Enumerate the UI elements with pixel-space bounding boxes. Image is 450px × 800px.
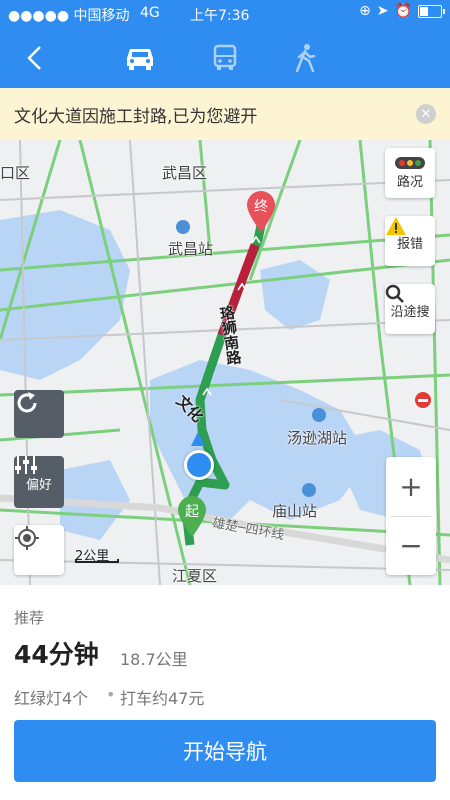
route-summary-panel: 推荐 44分钟 18.7公里 红绿灯4个 • 打车约47元 开始导航: [0, 585, 450, 800]
mode-walk-button[interactable]: [270, 28, 340, 88]
back-button[interactable]: [0, 28, 70, 88]
map-label-wuchang-district: 武昌区: [162, 164, 208, 182]
walk-icon: [295, 44, 316, 73]
zoom-in-button[interactable]: +: [386, 458, 436, 516]
along-search-button[interactable]: 沿途搜: [385, 284, 435, 334]
mode-bus-button[interactable]: [190, 28, 260, 88]
map-label-tangxun-station: 汤逊湖站: [287, 429, 348, 447]
subway-station-icon: [302, 483, 316, 497]
separator-dot: •: [106, 685, 116, 704]
report-button[interactable]: 报错: [385, 216, 435, 266]
zoom-control: + −: [386, 457, 436, 575]
start-marker-label: 起: [185, 504, 199, 520]
preference-label: 偏好: [25, 477, 52, 493]
status-icons: ⊕ ➤ ⏰: [359, 3, 445, 19]
traffic-label: 路况: [396, 174, 423, 190]
map-label-district: 口区: [0, 164, 31, 182]
route-duration: 44分钟: [14, 640, 99, 669]
car-icon: [127, 49, 153, 70]
subway-station-icon: [176, 220, 190, 234]
map-scale: 2公里: [75, 545, 119, 564]
status-bar: ●●●●● 中国移动 4G 上午7:36 ⊕ ➤ ⏰: [0, 0, 450, 28]
recommend-label: 推荐: [14, 609, 45, 627]
close-icon[interactable]: ✕: [416, 104, 436, 124]
lock-rotation-icon: ⊕: [359, 3, 371, 19]
mode-car-button[interactable]: [105, 28, 175, 88]
alarm-icon: ⏰: [394, 3, 412, 19]
notice-text: 文化大道因施工封路,已为您避开: [14, 106, 258, 127]
status-time: 上午7:36: [190, 8, 250, 24]
chevron-left-icon: [27, 46, 41, 70]
warning-icon: [386, 217, 406, 235]
preference-button[interactable]: 偏好: [14, 456, 64, 508]
route-distance: 18.7公里: [120, 650, 188, 669]
battery-icon: [418, 4, 445, 18]
traffic-lights-count: 红绿灯4个: [14, 689, 89, 708]
traffic-light-icon: [395, 156, 425, 169]
map-view[interactable]: 口区 武昌区 武昌站 汤逊湖站 庙山站 江夏区 珞狮南路 文化 雄楚─四环线 终…: [0, 140, 450, 585]
scale-bar: [75, 559, 119, 563]
current-location-icon: [184, 450, 214, 480]
map-label-wuchang-station: 武昌站: [168, 240, 214, 258]
heading-arrow-icon: [191, 432, 205, 446]
bus-icon: [213, 44, 237, 70]
carrier-label: ●●●●● 中国移动: [8, 8, 130, 24]
traffic-button[interactable]: 路况: [385, 148, 435, 198]
end-marker-label: 终: [254, 199, 268, 215]
location-arrow-icon: ➤: [376, 3, 389, 19]
map-label-jiangxia-district: 江夏区: [172, 567, 218, 585]
sliders-icon: [15, 456, 37, 474]
transport-nav-bar: [0, 28, 450, 88]
zoom-out-button[interactable]: −: [386, 517, 436, 575]
start-marker-icon[interactable]: 起: [176, 495, 208, 537]
subway-station-icon: [312, 408, 326, 422]
start-navigation-button[interactable]: 开始导航: [14, 720, 436, 782]
network-label: 4G: [140, 5, 160, 21]
refresh-button[interactable]: [14, 390, 64, 438]
refresh-icon: [17, 392, 37, 413]
road-closure-notice: 文化大道因施工封路,已为您避开 ✕: [0, 88, 450, 140]
no-entry-icon: [415, 392, 431, 408]
taxi-fare: 打车约47元: [120, 689, 205, 708]
map-label-miaoshan-station: 庙山站: [272, 502, 318, 520]
end-marker-icon[interactable]: 终: [245, 190, 277, 232]
search-icon: [385, 284, 404, 303]
locate-button[interactable]: [14, 525, 64, 575]
locate-icon: [15, 526, 39, 550]
